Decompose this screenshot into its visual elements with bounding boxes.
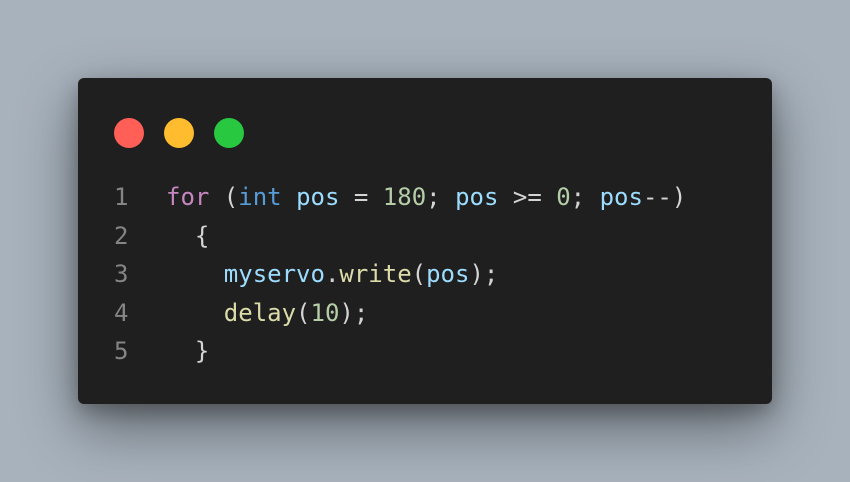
code-line: 5 } [114,332,686,371]
code-token-keyword: for [166,183,210,211]
code-token-variable: pos [455,183,499,211]
code-block: 1 for (int pos = 180; pos >= 0; pos--) 2 {… [114,178,686,371]
code-token-plain: ; [570,183,600,211]
code-line: 1 for (int pos = 180; pos >= 0; pos--) [114,178,686,217]
code-line: 2 { [114,217,686,256]
minimize-dot-icon[interactable] [164,118,194,148]
code-line: 4 delay(10); [114,294,686,333]
code-line: 3 myservo.write(pos); [114,255,686,294]
code-token-variable: myservo [223,260,325,288]
code-text[interactable]: delay(10); [166,294,369,333]
code-token-plain: ( [411,260,427,288]
line-number: 3 [114,260,129,288]
code-token-plain: ); [469,260,499,288]
code-token-type: int [238,183,282,211]
code-text[interactable]: } [166,332,209,371]
code-text[interactable]: myservo.write(pos); [166,255,499,294]
window-controls [114,118,244,148]
code-token-plain: = [339,183,383,211]
close-dot-icon[interactable] [114,118,144,148]
code-token-plain: ( [209,183,239,211]
code-token-plain: >= [498,183,557,211]
code-token-number: 0 [556,183,571,211]
code-token-plain: . [324,260,340,288]
code-token-plain: } [166,337,210,365]
line-number: 1 [114,183,129,211]
code-token-plain: ( [296,298,311,327]
maximize-dot-icon[interactable] [214,118,244,148]
code-token-variable: pos [599,183,643,211]
line-number: 4 [114,298,129,327]
code-token-number: 180 [382,183,427,211]
code-token-plain: { [166,221,210,250]
code-token-function: write [339,260,412,288]
code-window: 1 for (int pos = 180; pos >= 0; pos--) 2 {… [78,78,772,404]
code-token-number: 10 [310,298,340,327]
code-token-variable: pos [426,260,470,288]
page-background: { "colors": { "background": "#a8b2bd", "… [0,0,850,482]
code-text[interactable]: for (int pos = 180; pos >= 0; pos--) [166,178,686,217]
code-text[interactable]: { [166,217,209,256]
line-number: 5 [114,337,129,365]
line-number: 2 [114,221,129,250]
code-token-function: delay [223,298,297,327]
code-token-plain: ; [426,183,456,211]
code-token-variable: pos [296,183,340,211]
code-token-plain: --) [642,183,687,211]
code-token-plain: ); [339,298,369,327]
